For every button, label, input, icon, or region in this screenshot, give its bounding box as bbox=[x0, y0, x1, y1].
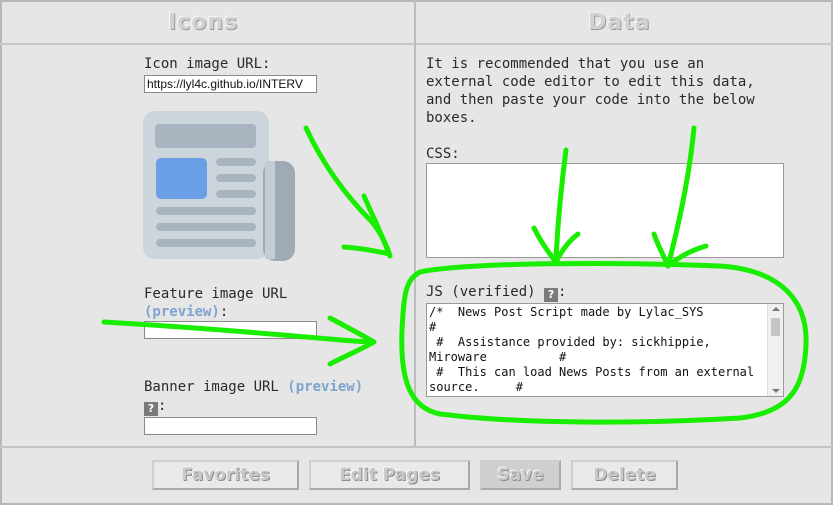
banner-preview-link[interactable]: (preview) bbox=[287, 379, 363, 395]
banner-help-row: ?: bbox=[144, 398, 166, 416]
feature-url-input[interactable] bbox=[144, 321, 317, 339]
save-button[interactable]: Save bbox=[480, 460, 561, 490]
help-icon[interactable]: ? bbox=[544, 288, 559, 302]
banner-url-label: Banner image URL bbox=[144, 379, 279, 395]
feature-preview-link[interactable]: (preview) bbox=[144, 304, 220, 320]
banner-url-row: Banner image URL (preview) bbox=[144, 379, 363, 395]
css-label: CSS: bbox=[426, 146, 460, 162]
data-column-title: Data bbox=[588, 10, 651, 35]
js-colon: : bbox=[558, 284, 567, 300]
edit-pages-button[interactable]: Edit Pages bbox=[309, 460, 470, 490]
css-textarea[interactable] bbox=[426, 163, 784, 258]
icon-url-input[interactable]: https://lyl4c.github.io/INTERV bbox=[144, 75, 317, 93]
newspaper-icon bbox=[143, 111, 295, 261]
scroll-up-arrow-icon[interactable] bbox=[772, 307, 780, 311]
feature-colon: : bbox=[219, 304, 229, 320]
js-label: JS (verified) bbox=[426, 284, 536, 300]
column-divider bbox=[414, 0, 416, 448]
delete-button[interactable]: Delete bbox=[571, 460, 678, 490]
icon-url-label: Icon image URL: bbox=[144, 56, 271, 72]
feature-preview-row: (preview): bbox=[144, 304, 228, 320]
banner-url-input[interactable] bbox=[144, 417, 317, 435]
banner-colon: : bbox=[158, 398, 167, 414]
js-textarea[interactable]: /* News Post Script made by Lylac_SYS # … bbox=[426, 303, 784, 397]
scroll-thumb[interactable] bbox=[771, 318, 780, 336]
scroll-down-arrow-icon[interactable] bbox=[772, 389, 780, 393]
js-label-row: JS (verified) ?: bbox=[426, 284, 566, 302]
js-scrollbar[interactable] bbox=[767, 304, 783, 396]
footer-divider bbox=[0, 446, 833, 448]
js-code: /* News Post Script made by Lylac_SYS # … bbox=[429, 305, 755, 394]
feature-url-label: Feature image URL bbox=[144, 286, 288, 302]
favorites-button[interactable]: Favorites bbox=[152, 460, 299, 490]
help-icon[interactable]: ? bbox=[144, 402, 158, 416]
data-description: It is recommended that you use an extern… bbox=[426, 56, 755, 126]
header-divider bbox=[0, 43, 833, 45]
icons-column-title: Icons bbox=[168, 10, 239, 35]
